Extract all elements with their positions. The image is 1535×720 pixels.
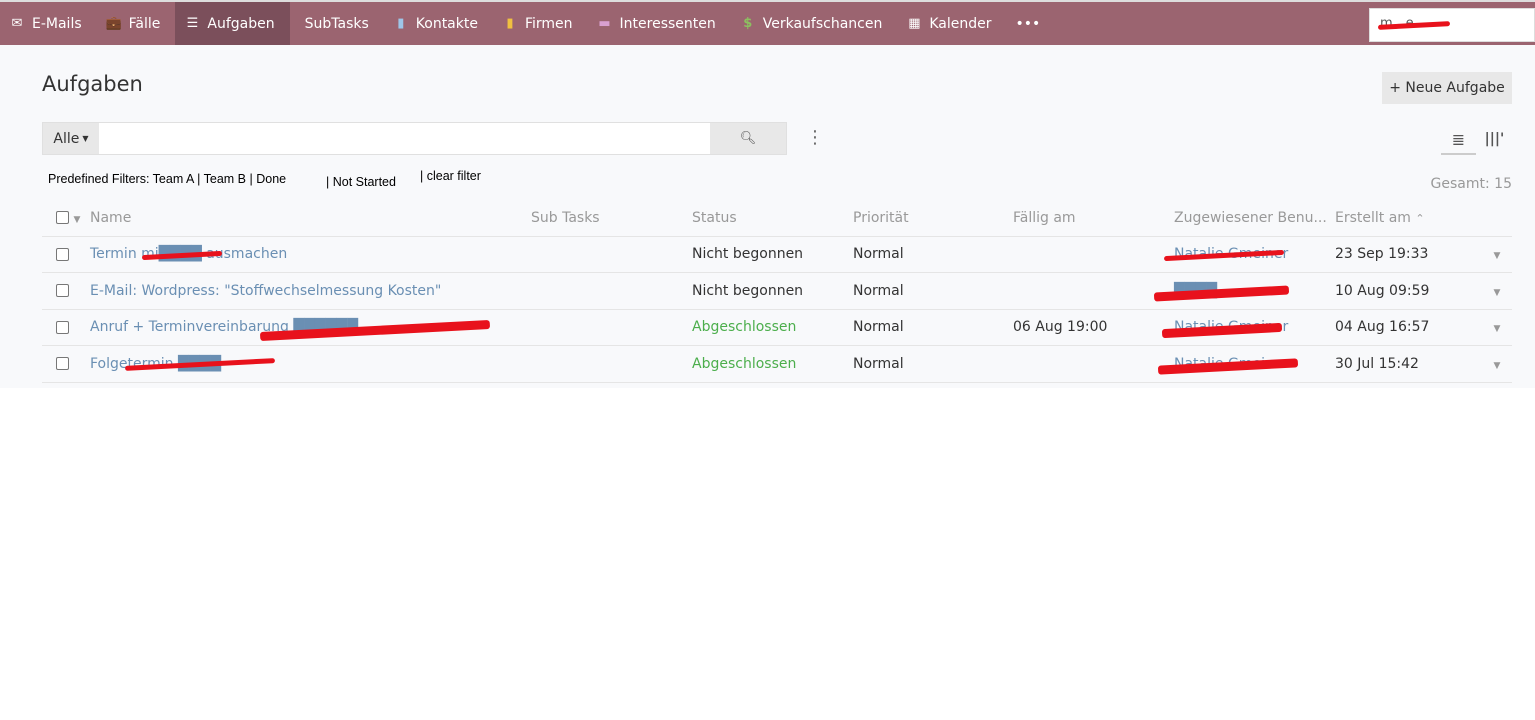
due-cell <box>1013 272 1174 310</box>
nav-firmen[interactable]: ▮ Firmen <box>493 2 588 45</box>
priority-cell: Normal <box>853 272 1013 310</box>
table-row: Termin mi████ ausmachen Nicht begonnen N… <box>42 236 1512 273</box>
table-row: Anruf + Terminvereinbarung ██████ Abgesc… <box>42 309 1512 346</box>
col-status[interactable]: Status <box>692 200 853 237</box>
status-cell: Abgeschlossen <box>692 309 853 346</box>
col-assigned[interactable]: Zugewiesener Benu... <box>1174 200 1335 237</box>
building-icon: ▮ <box>506 16 514 31</box>
subtasks-cell <box>531 236 692 273</box>
table-header: ▼ Name Sub Tasks Status Priorität Fällig… <box>42 200 1512 237</box>
search-input[interactable] <box>99 123 710 154</box>
tasks-icon: ☰ <box>186 16 199 31</box>
clear-filter-link[interactable]: | clear filter <box>420 169 481 183</box>
task-name-link[interactable]: E-Mail: Wordpress: "Stoffwechselmessung … <box>90 283 441 299</box>
table-row: E-Mail: Wordpress: "Stoffwechselmessung … <box>42 272 1512 310</box>
subtasks-cell <box>531 309 692 346</box>
nav-faelle[interactable]: 💼 Fälle <box>97 2 176 45</box>
envelope-icon: ✉ <box>11 16 23 31</box>
list-view-icon[interactable]: ≣ <box>1441 126 1476 155</box>
col-created[interactable]: Erstellt am ⌃ <box>1335 200 1482 237</box>
row-actions-dropdown[interactable]: ▼ <box>1494 361 1501 371</box>
created-cell: 10 Aug 09:59 <box>1335 272 1482 310</box>
col-subtasks[interactable]: Sub Tasks <box>531 200 692 237</box>
priority-cell: Normal <box>853 236 1013 273</box>
sort-asc-icon: ⌃ <box>1415 211 1425 225</box>
col-due[interactable]: Fällig am <box>1013 200 1174 237</box>
briefcase-icon: 💼 <box>105 16 122 31</box>
more-options-icon[interactable]: ⋮ <box>806 128 824 148</box>
created-cell: 23 Sep 19:33 <box>1335 236 1482 273</box>
row-checkbox[interactable] <box>56 320 69 334</box>
priority-cell: Normal <box>853 309 1013 346</box>
row-actions-dropdown[interactable]: ▼ <box>1494 251 1501 261</box>
nav-subtasks[interactable]: SubTasks <box>290 2 384 45</box>
id-card-icon: ▬ <box>598 16 611 31</box>
created-cell: 04 Aug 16:57 <box>1335 309 1482 346</box>
nav-verkaufschancen[interactable]: $ Verkaufschancen <box>731 2 898 45</box>
subtasks-cell <box>531 272 692 310</box>
priority-cell: Normal <box>853 345 1013 383</box>
row-checkbox[interactable] <box>56 284 69 298</box>
filter-not-started[interactable]: | Not Started <box>326 175 396 189</box>
kanban-view-icon[interactable]: |||' <box>1482 126 1507 152</box>
total-count: Gesamt: 15 <box>1430 176 1512 192</box>
contact-card-icon: ▮ <box>397 16 405 31</box>
created-cell: 30 Jul 15:42 <box>1335 345 1482 383</box>
nav-kalender[interactable]: ▦ Kalender <box>897 2 1006 45</box>
status-cell: Nicht begonnen <box>692 236 853 273</box>
due-cell <box>1013 345 1174 383</box>
col-name[interactable]: Name <box>90 200 531 237</box>
nav-aufgaben[interactable]: ☰ Aufgaben <box>175 2 290 45</box>
more-icon: ••• <box>1015 15 1041 32</box>
calendar-icon: ▦ <box>908 16 921 31</box>
dollar-icon: $ <box>743 16 753 31</box>
row-actions-dropdown[interactable]: ▼ <box>1494 288 1501 298</box>
row-checkbox[interactable] <box>56 357 69 371</box>
table-row: Folgetermin ████ Abgeschlossen Normal Na… <box>42 345 1512 383</box>
nav-kontakte[interactable]: ▮ Kontakte <box>384 2 493 45</box>
search-button[interactable]: 🔍︎ <box>710 123 786 154</box>
caret-down-icon[interactable]: ▼ <box>73 215 80 225</box>
nav-emails[interactable]: ✉ E-Mails <box>0 2 97 45</box>
page-title: Aufgaben <box>42 72 143 96</box>
col-priority[interactable]: Priorität <box>853 200 1013 237</box>
predefined-filters-label[interactable]: Predefined Filters: Team A | Team B | Do… <box>48 172 286 186</box>
row-actions-dropdown[interactable]: ▼ <box>1494 324 1501 334</box>
caret-down-icon: ▼ <box>82 134 89 143</box>
search-icon: 🔍︎ <box>739 131 757 146</box>
row-checkbox[interactable] <box>56 247 69 261</box>
scope-dropdown[interactable]: Alle ▼ <box>43 123 99 154</box>
new-task-button[interactable]: + Neue Aufgabe <box>1382 72 1512 104</box>
due-cell: 06 Aug 19:00 <box>1013 309 1174 346</box>
status-cell: Abgeschlossen <box>692 345 853 383</box>
search-bar: Alle ▼ 🔍︎ <box>42 122 787 155</box>
due-cell <box>1013 236 1174 273</box>
status-cell: Nicht begonnen <box>692 272 853 310</box>
select-all-checkbox[interactable] <box>56 211 69 225</box>
nav-interessenten[interactable]: ▬ Interessenten <box>588 2 731 45</box>
subtasks-cell <box>531 345 692 383</box>
nav-more[interactable]: ••• <box>1007 2 1056 45</box>
tasks-table: ▼ Name Sub Tasks Status Priorität Fällig… <box>42 200 1512 383</box>
global-search-input[interactable]: m…e <box>1369 8 1535 42</box>
top-navbar: ✉ E-Mails 💼 Fälle ☰ Aufgaben SubTasks ▮ Kont… <box>0 2 1535 45</box>
